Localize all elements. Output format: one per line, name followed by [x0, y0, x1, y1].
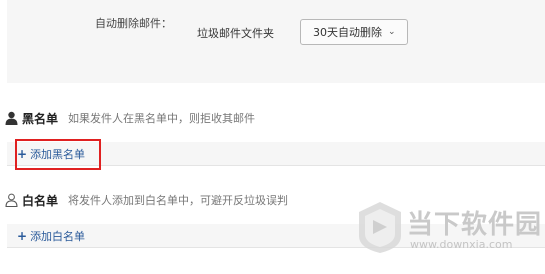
blacklist-description: 如果发件人在黑名单中，则拒收其邮件	[68, 112, 256, 125]
dropdown-value: 30天自动删除	[313, 26, 382, 39]
watermark: 当下软件园 www.downxia.com	[355, 200, 543, 260]
spam-folder-label: 垃圾邮件文件夹	[197, 27, 274, 40]
blacklist-header: 黑名单 如果发件人在黑名单中，则拒收其邮件	[5, 109, 255, 127]
whitelist-title: 白名单	[22, 193, 59, 208]
watermark-name: 当下软件园	[407, 210, 543, 240]
user-icon	[5, 111, 18, 125]
highlight-box	[15, 139, 101, 170]
whitelist-description: 将发件人添加到白名单中，可避开反垃圾误判	[68, 194, 289, 207]
spam-settings-panel: 自动删除邮件： 垃圾邮件文件夹 30天自动删除 ⌄	[7, 0, 545, 83]
watermark-url: www.downxia.com	[410, 238, 513, 251]
auto-delete-label: 自动删除邮件：	[95, 17, 172, 30]
add-whitelist-label: 添加白名单	[30, 229, 86, 243]
watermark-logo-icon	[359, 202, 401, 253]
whitelist-header: 白名单 将发件人添加到白名单中，可避开反垃圾误判	[5, 191, 288, 209]
add-whitelist-button[interactable]: + 添加白名单	[7, 228, 85, 244]
blacklist-title: 黑名单	[22, 111, 59, 126]
plus-icon: +	[17, 228, 28, 243]
chevron-down-icon: ⌄	[388, 27, 396, 37]
auto-delete-dropdown[interactable]: 30天自动删除 ⌄	[300, 19, 408, 45]
user-outline-icon	[5, 193, 18, 207]
